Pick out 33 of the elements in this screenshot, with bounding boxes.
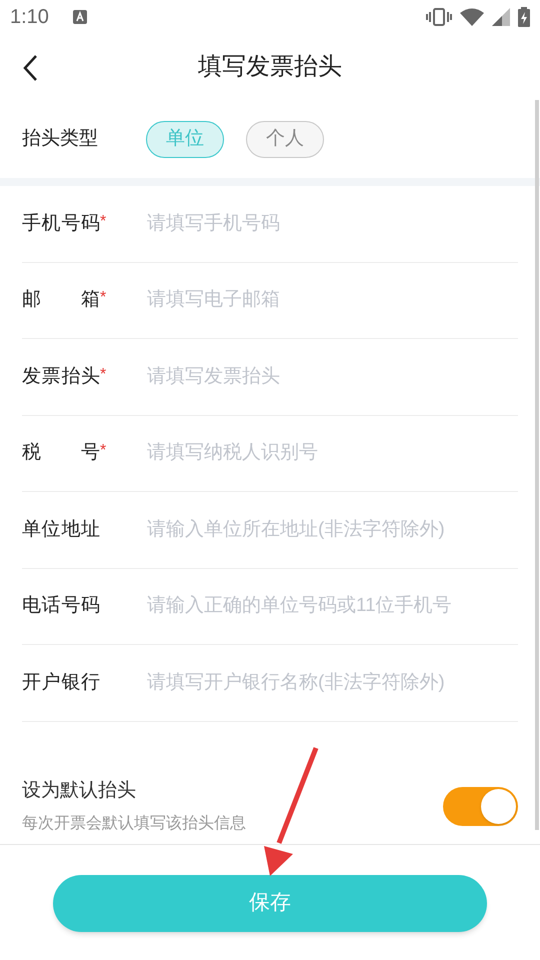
input-field[interactable]: 请填写开户银行名称(非法字符除外) — [147, 668, 518, 697]
field-label: 发票抬头 — [22, 364, 100, 388]
signal-icon — [492, 8, 510, 26]
field-label: 单位地址 — [22, 518, 100, 542]
type-option[interactable]: 单位 — [146, 120, 224, 158]
field-label: 开户银行 — [22, 670, 100, 694]
vibrate-icon — [426, 8, 452, 26]
status-time: 1:10 — [10, 5, 49, 30]
required-mark: * — [100, 288, 106, 308]
scrollbar[interactable] — [535, 100, 539, 830]
required-mark: * — [100, 364, 106, 384]
field-label: 邮箱 — [22, 288, 100, 312]
page-title: 填写发票抬头 — [198, 52, 342, 82]
field-label: 手机号码 — [22, 212, 100, 236]
field-label: 税号 — [22, 441, 100, 465]
setting-description: 每次开票会默认填写该抬头信息 — [22, 814, 246, 834]
type-option[interactable]: 个人 — [246, 120, 324, 158]
save-button[interactable]: 保存 — [53, 874, 487, 932]
input-field[interactable]: 请填写纳税人识别号 — [147, 439, 518, 468]
input-field[interactable]: 请填写手机号码 — [147, 210, 518, 238]
field-label: 抬头类型 — [22, 126, 99, 151]
setting-title: 设为默认抬头 — [22, 779, 137, 804]
field-label: 电话号码 — [22, 594, 100, 618]
input-field[interactable]: 请填写发票抬头 — [147, 362, 518, 391]
keyboard-icon — [72, 10, 87, 24]
wifi-icon — [460, 8, 484, 26]
required-mark: * — [100, 212, 106, 232]
input-field[interactable]: 请填写电子邮箱 — [147, 286, 518, 314]
required-mark: * — [100, 441, 106, 461]
input-field[interactable]: 请输入正确的单位号码或11位手机号 — [147, 592, 518, 620]
battery-icon — [518, 7, 530, 27]
input-field[interactable]: 请输入单位所在地址(非法字符除外) — [147, 516, 518, 544]
default-toggle[interactable] — [443, 787, 518, 826]
